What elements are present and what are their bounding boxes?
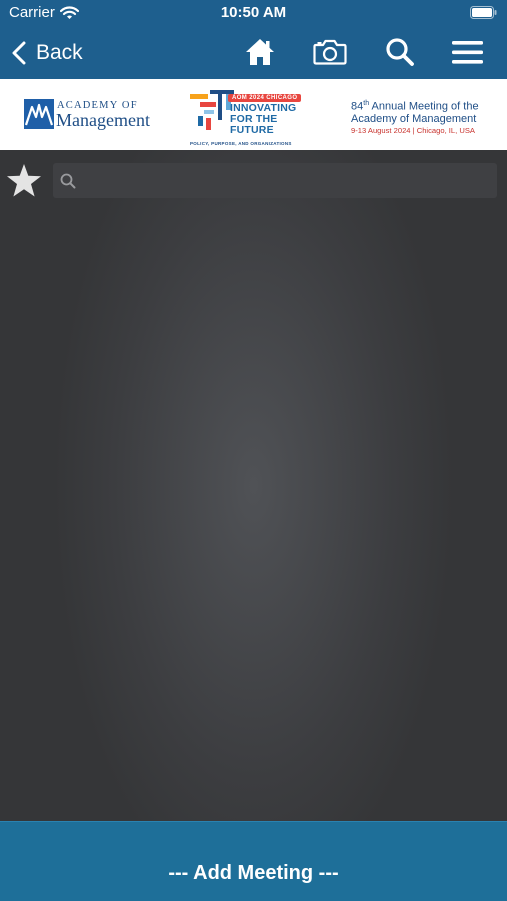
status-time: 10:50 AM xyxy=(220,4,287,21)
home-icon xyxy=(246,39,274,65)
search-icon xyxy=(386,38,414,66)
back-button[interactable]: Back xyxy=(12,37,83,69)
conference-logo-line3: FUTURE xyxy=(230,124,274,136)
menu-button[interactable] xyxy=(452,40,483,65)
bottom-bar: --- Add Meeting --- xyxy=(0,821,507,901)
menu-icon xyxy=(452,41,483,64)
favorites-button[interactable] xyxy=(6,163,42,203)
home-button[interactable] xyxy=(244,37,276,67)
search-button[interactable] xyxy=(385,37,415,67)
camera-button[interactable] xyxy=(313,39,347,65)
conference-logo: AOM 2024 CHICAGO INNOVATING FOR THE FUTU… xyxy=(188,86,314,146)
meeting-info-line3: 9-13 August 2024 | Chicago, IL, USA xyxy=(351,125,475,135)
camera-icon xyxy=(313,39,347,65)
back-label: Back xyxy=(36,41,83,64)
meeting-info-line2: Academy of Management xyxy=(351,112,477,125)
search-box-icon xyxy=(60,173,76,189)
meeting-info: 84th Annual Meeting of the Academy of Ma… xyxy=(351,98,501,136)
nav-bar: Back xyxy=(0,27,507,79)
conference-logo-tag: AOM 2024 CHICAGO xyxy=(228,94,302,102)
main-content xyxy=(0,150,507,821)
conference-logo-subtitle: POLICY, PURPOSE, AND ORGANIZATIONS xyxy=(190,141,292,146)
status-bar: Carrier 10:50 AM xyxy=(0,0,507,27)
aom-logo-line2: Management xyxy=(56,110,150,130)
meeting-info-line1: 84th Annual Meeting of the xyxy=(351,98,501,113)
search-box[interactable] xyxy=(53,163,497,198)
aom-logo-mark-icon xyxy=(24,99,54,129)
add-meeting-button[interactable]: --- Add Meeting --- xyxy=(0,862,507,885)
search-input[interactable] xyxy=(85,163,490,198)
meeting-info-line1-text: Annual Meeting of the xyxy=(369,100,479,113)
battery-icon xyxy=(470,6,497,24)
star-icon xyxy=(7,164,41,197)
chevron-left-icon xyxy=(12,41,26,65)
aom-logo: ACADEMY OF Management xyxy=(24,99,150,131)
meeting-ordinal-number: 84 xyxy=(351,100,364,113)
